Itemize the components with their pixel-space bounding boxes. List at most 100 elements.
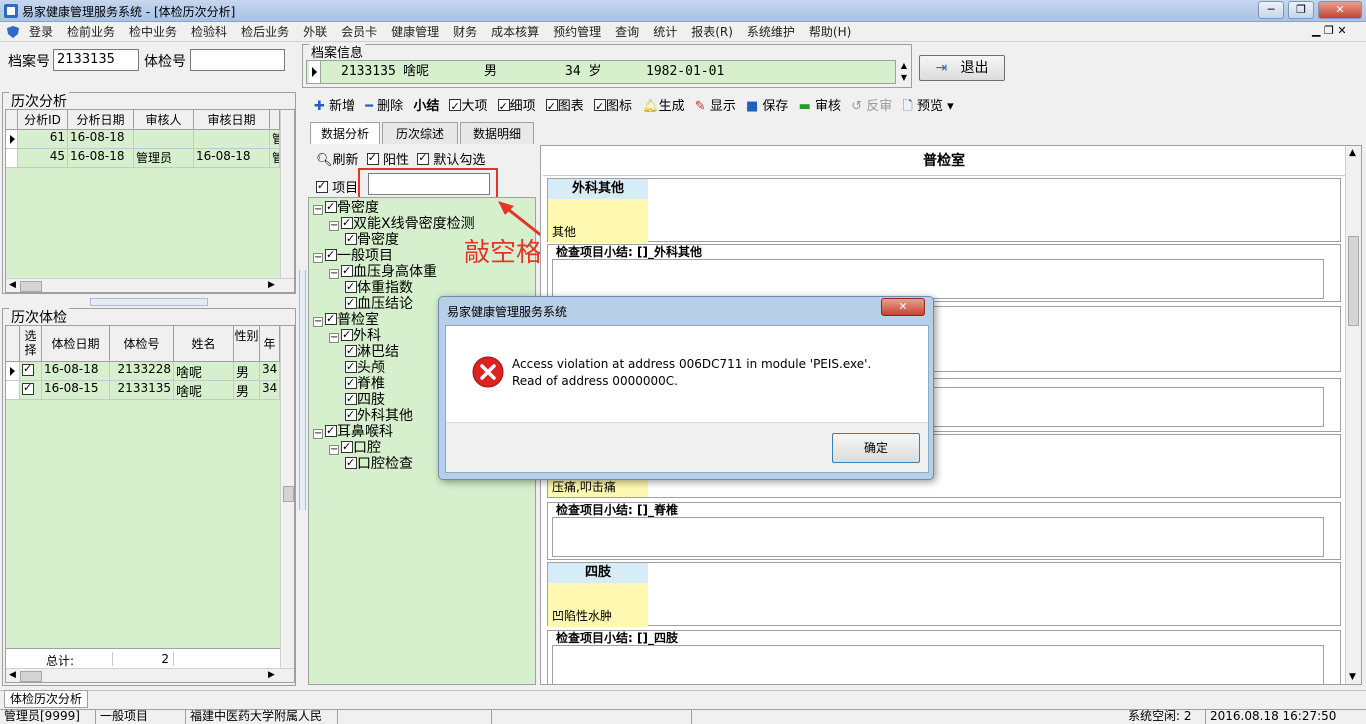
- select-checkbox[interactable]: [20, 362, 42, 381]
- col-exam-date[interactable]: 体检日期: [42, 326, 110, 362]
- tree-checkbox[interactable]: [325, 199, 337, 215]
- horizontal-scrollbar[interactable]: ◀ ▶: [6, 668, 294, 682]
- menu-item[interactable]: 系统维护: [740, 22, 802, 42]
- positive-toggle[interactable]: 阳性: [366, 151, 409, 168]
- tree-node[interactable]: 脊椎: [345, 375, 385, 392]
- tree-checkbox[interactable]: [345, 359, 357, 375]
- menu-item[interactable]: 报表(R): [684, 22, 740, 42]
- menu-item[interactable]: 统计: [646, 22, 684, 42]
- tab-data-detail[interactable]: 数据明细: [460, 122, 534, 144]
- mdi-window-controls[interactable]: ▁ ❐ ✕: [1312, 24, 1347, 37]
- tree-checkbox[interactable]: [345, 391, 357, 407]
- tree-checkbox[interactable]: [341, 327, 353, 343]
- tree-checkbox[interactable]: [345, 407, 357, 423]
- tree-checkbox[interactable]: [341, 439, 353, 455]
- collapse-icon[interactable]: −: [313, 317, 323, 327]
- tree-node[interactable]: 骨密度: [345, 231, 399, 248]
- tree-node[interactable]: −血压身高体重: [329, 263, 437, 280]
- item-filter-input[interactable]: [368, 173, 490, 195]
- menu-item[interactable]: 外联: [296, 22, 334, 42]
- history-analysis-grid[interactable]: 分析ID 分析日期 审核人 审核日期 61 16-08-18 管 45 16-0…: [5, 109, 295, 293]
- tree-node[interactable]: 淋巴结: [345, 343, 399, 360]
- table-row[interactable]: 61 16-08-18 管: [6, 130, 280, 149]
- show-button[interactable]: ✎ 显示: [695, 97, 736, 117]
- tree-checkbox[interactable]: [345, 375, 357, 391]
- item-filter-toggle[interactable]: 项目: [316, 177, 358, 196]
- menu-item[interactable]: 预约管理: [546, 22, 608, 42]
- col-age[interactable]: 年: [260, 326, 280, 362]
- summary-textarea[interactable]: [552, 517, 1324, 557]
- collapse-icon[interactable]: −: [329, 445, 339, 455]
- archive-info-row[interactable]: 2133135 啥呢 男 34 岁 1982-01-01: [306, 60, 896, 84]
- col-reviewer[interactable]: 审核人: [134, 110, 194, 130]
- col-exam-no[interactable]: 体检号: [110, 326, 174, 362]
- select-checkbox[interactable]: [20, 381, 42, 400]
- tree-node[interactable]: 体重指数: [345, 279, 413, 296]
- report-scrollbar[interactable]: ▲ ▼: [1345, 146, 1361, 684]
- archive-number-input[interactable]: 2133135: [53, 49, 139, 71]
- tree-node[interactable]: 头颅: [345, 359, 385, 376]
- col-analysis-date[interactable]: 分析日期: [68, 110, 134, 130]
- minimize-button[interactable]: ─: [1258, 1, 1284, 19]
- collapse-icon[interactable]: −: [329, 269, 339, 279]
- chart-toggle[interactable]: 图表: [545, 97, 584, 117]
- collapse-icon[interactable]: −: [329, 333, 339, 343]
- tree-checkbox[interactable]: [345, 295, 357, 311]
- col-name[interactable]: 姓名: [174, 326, 234, 362]
- col-review-date[interactable]: 审核日期: [194, 110, 270, 130]
- menu-item[interactable]: 成本核算: [484, 22, 546, 42]
- tree-node[interactable]: −一般项目: [313, 247, 393, 264]
- summary-textarea[interactable]: [552, 259, 1324, 299]
- collapse-icon[interactable]: −: [313, 253, 323, 263]
- col-sex[interactable]: 性别: [234, 326, 260, 362]
- tree-checkbox[interactable]: [345, 279, 357, 295]
- vertical-splitter[interactable]: [299, 270, 306, 510]
- review-button[interactable]: ▬ 审核: [799, 97, 841, 117]
- tree-node[interactable]: −外科: [329, 327, 381, 344]
- horizontal-scrollbar[interactable]: ◀ ▶: [6, 278, 294, 292]
- tree-node[interactable]: −口腔: [329, 439, 381, 456]
- menu-item[interactable]: 检中业务: [122, 22, 184, 42]
- tab-data-analysis[interactable]: 数据分析: [310, 122, 380, 144]
- dialog-close-button[interactable]: ✕: [881, 298, 925, 316]
- col-select[interactable]: 选择: [20, 326, 42, 362]
- tree-checkbox[interactable]: [341, 215, 353, 231]
- panel-splitter[interactable]: [90, 298, 208, 306]
- tree-checkbox[interactable]: [345, 343, 357, 359]
- tree-node[interactable]: 外科其他: [345, 407, 413, 424]
- table-row[interactable]: 16-08-15 2133135 啥呢 男 34: [6, 381, 280, 400]
- menu-item[interactable]: 检后业务: [234, 22, 296, 42]
- tree-node[interactable]: 四肢: [345, 391, 385, 408]
- archive-scroll[interactable]: ▲ ▼: [897, 60, 911, 84]
- tree-checkbox[interactable]: [325, 311, 337, 327]
- menu-item[interactable]: 查询: [608, 22, 646, 42]
- exit-button[interactable]: ⇥ 退出: [919, 55, 1005, 81]
- save-button[interactable]: ■ 保存: [746, 97, 788, 117]
- tree-node[interactable]: 口腔检查: [345, 455, 413, 472]
- unreview-button[interactable]: ↺ 反审: [851, 97, 892, 117]
- menu-item[interactable]: 会员卡: [334, 22, 384, 42]
- tab-history-summary[interactable]: 历次综述: [382, 122, 458, 144]
- menu-item[interactable]: 健康管理: [384, 22, 446, 42]
- tree-checkbox[interactable]: [345, 231, 357, 247]
- menu-item[interactable]: 财务: [446, 22, 484, 42]
- tree-checkbox[interactable]: [325, 247, 337, 263]
- menu-item[interactable]: 检前业务: [60, 22, 122, 42]
- generate-button[interactable]: 🔔︎生成: [642, 97, 685, 117]
- tree-node[interactable]: −骨密度: [313, 199, 379, 216]
- menu-item[interactable]: 检验科: [184, 22, 234, 42]
- major-toggle[interactable]: 大项: [449, 97, 488, 117]
- default-check-toggle[interactable]: 默认勾选: [417, 151, 485, 168]
- collapse-icon[interactable]: −: [329, 221, 339, 231]
- collapse-icon[interactable]: −: [313, 429, 323, 439]
- table-row[interactable]: 16-08-18 2133228 啥呢 男 34: [6, 362, 280, 381]
- tree-checkbox[interactable]: [341, 263, 353, 279]
- detail-toggle[interactable]: 细项: [497, 97, 536, 117]
- menu-item[interactable]: 登录: [22, 22, 60, 42]
- history-exams-grid[interactable]: 选择 体检日期 体检号 姓名 性别 年 16-08-18 2133228 啥呢 …: [5, 325, 295, 683]
- tree-node[interactable]: 血压结论: [345, 295, 413, 312]
- vertical-scrollbar[interactable]: [280, 326, 294, 668]
- tree-node[interactable]: −普检室: [313, 311, 379, 328]
- table-row[interactable]: 45 16-08-18 管理员 16-08-18 管: [6, 149, 280, 168]
- restore-button[interactable]: ❐: [1288, 1, 1314, 19]
